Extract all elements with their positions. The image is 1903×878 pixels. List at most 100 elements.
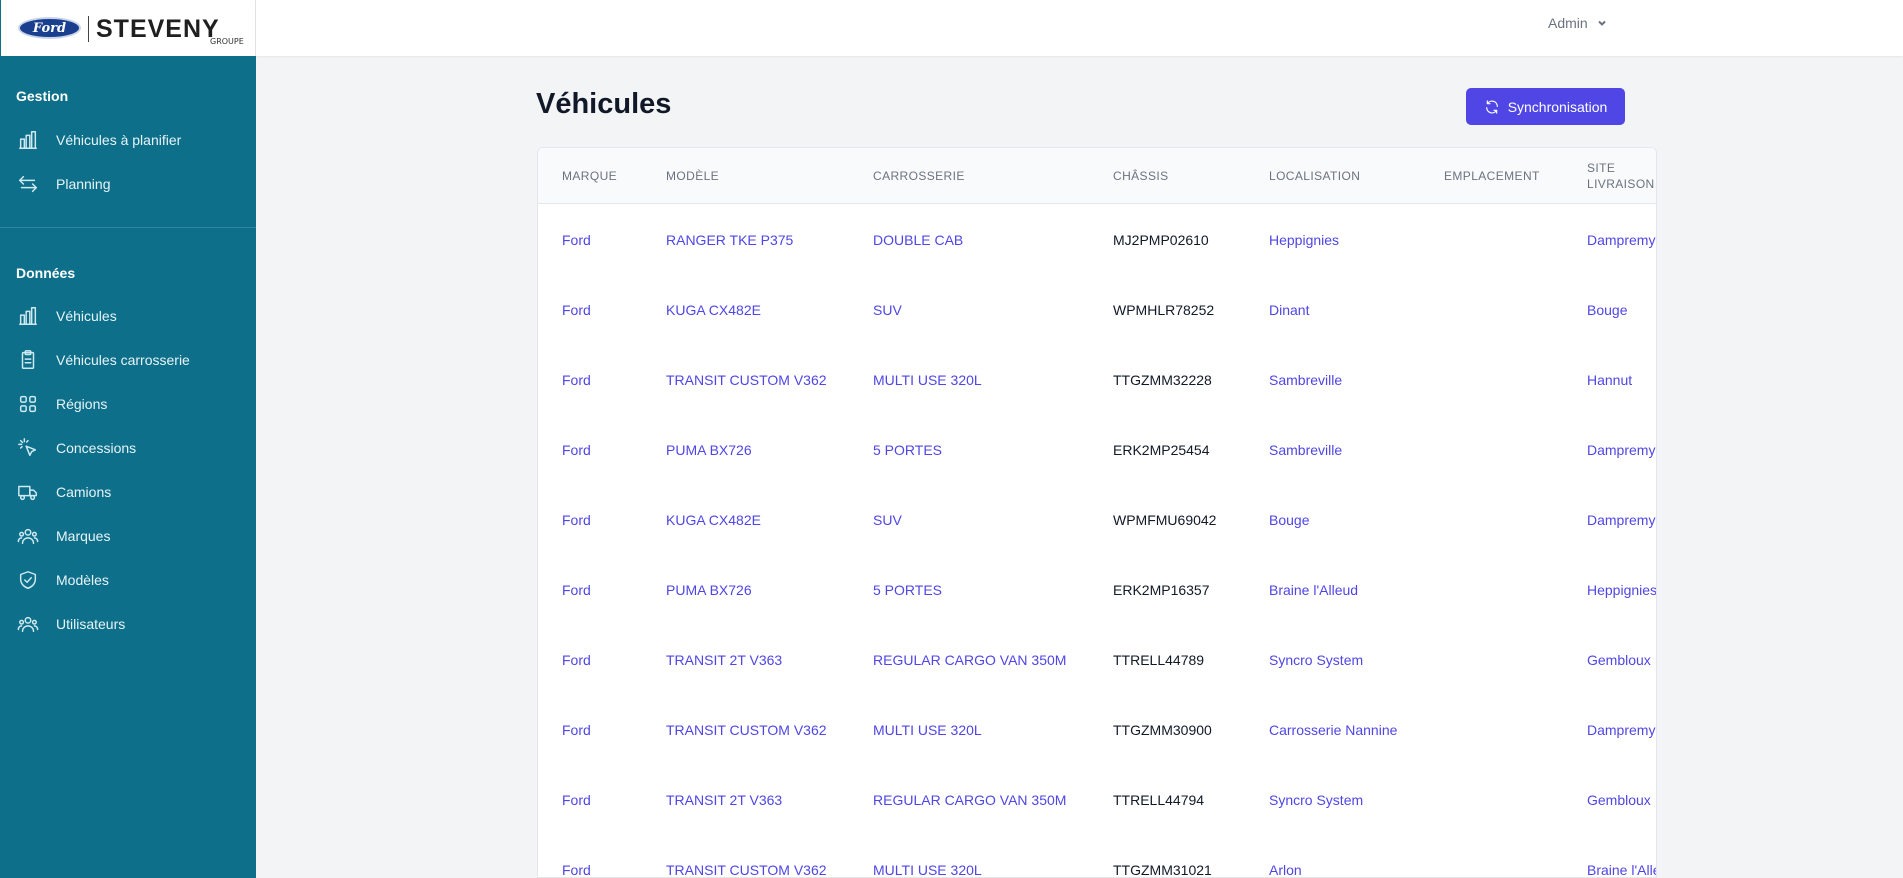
sidebar-item-label: Véhicules — [56, 308, 117, 324]
cell-marque[interactable]: Ford — [562, 275, 591, 345]
sidebar-item-marques[interactable]: Marques — [0, 516, 256, 556]
cell-carrosserie[interactable]: MULTI USE 320L — [873, 695, 982, 765]
table-row: Ford PUMA BX726 5 PORTES ERK2MP25454 Sambrev… — [538, 415, 1656, 485]
cell-modele[interactable]: KUGA CX482E — [666, 485, 761, 555]
cell-carrosserie[interactable]: 5 PORTES — [873, 555, 942, 625]
cell-localisation[interactable]: Heppignies — [1269, 205, 1339, 275]
cell-marque[interactable]: Ford — [562, 765, 591, 835]
sidebar-item-label: Marques — [56, 528, 111, 544]
sidebar-item-label: Utilisateurs — [56, 616, 126, 632]
cell-marque[interactable]: Ford — [562, 835, 591, 877]
cell-carrosserie[interactable]: REGULAR CARGO VAN 350M — [873, 625, 1066, 695]
sidebar-item-label: Véhicules à planifier — [56, 132, 182, 148]
cell-site-livraison[interactable]: Gembloux — [1587, 765, 1651, 835]
sidebar-item-vehicules[interactable]: Véhicules — [0, 296, 256, 336]
cell-site-livraison[interactable]: Braine l'Alleud — [1587, 835, 1656, 877]
sidebar-item-label: Véhicules carrosserie — [56, 352, 190, 368]
table-row: Ford TRANSIT 2T V363 REGULAR CARGO VAN 350… — [538, 765, 1656, 835]
cell-modele[interactable]: TRANSIT CUSTOM V362 — [666, 345, 827, 415]
bar-chart-icon — [16, 128, 40, 152]
sidebar-item-label: Modèles — [56, 572, 109, 588]
sidebar-item-utilisateurs[interactable]: Utilisateurs — [0, 604, 256, 644]
cell-carrosserie[interactable]: REGULAR CARGO VAN 350M — [873, 765, 1066, 835]
cell-modele[interactable]: PUMA BX726 — [666, 555, 752, 625]
column-header-carrosserie: Carrosserie — [873, 169, 965, 183]
sidebar-item-vehicules-carrosserie[interactable]: Véhicules carrosserie — [0, 340, 256, 380]
cell-localisation[interactable]: Syncro System — [1269, 765, 1363, 835]
column-header-modele: Modèle — [666, 169, 720, 183]
user-menu[interactable]: Admin — [1548, 15, 1608, 31]
cell-localisation[interactable]: Dinant — [1269, 275, 1309, 345]
cell-marque[interactable]: Ford — [562, 485, 591, 555]
cell-localisation[interactable]: Carrosserie Nannine — [1269, 695, 1397, 765]
cell-modele[interactable]: TRANSIT 2T V363 — [666, 625, 782, 695]
cell-localisation[interactable]: Sambreville — [1269, 345, 1342, 415]
cell-site-livraison[interactable]: Bouge — [1587, 275, 1627, 345]
sidebar-item-label: Régions — [56, 396, 108, 412]
cell-localisation[interactable]: Syncro System — [1269, 625, 1363, 695]
cell-modele[interactable]: TRANSIT CUSTOM V362 — [666, 695, 827, 765]
cell-modele[interactable]: KUGA CX482E — [666, 275, 761, 345]
cell-site-livraison[interactable]: Dampremy — [1587, 485, 1655, 555]
column-header-site-livraison: Site livraison — [1587, 161, 1655, 191]
cell-site-livraison[interactable]: Dampremy — [1587, 415, 1655, 485]
cell-site-livraison[interactable]: Dampremy — [1587, 695, 1655, 765]
cell-site-livraison[interactable]: Dampremy — [1587, 205, 1655, 275]
cell-site-livraison[interactable]: Hannut — [1587, 345, 1632, 415]
cell-site-livraison[interactable]: Heppignies — [1587, 555, 1656, 625]
users-icon — [16, 612, 40, 636]
shield-check-icon — [16, 568, 40, 592]
table-row: Ford TRANSIT CUSTOM V362 MULTI USE 320L TTG… — [538, 695, 1656, 765]
table-row: Ford TRANSIT CUSTOM V362 MULTI USE 320L TTG… — [538, 835, 1656, 878]
sidebar-item-planning[interactable]: Planning — [0, 164, 256, 204]
cell-modele[interactable]: TRANSIT 2T V363 — [666, 765, 782, 835]
page-title: Véhicules — [536, 88, 672, 120]
cell-carrosserie[interactable]: 5 PORTES — [873, 415, 942, 485]
cell-carrosserie[interactable]: MULTI USE 320L — [873, 835, 982, 877]
cell-marque[interactable]: Ford — [562, 415, 591, 485]
cell-localisation[interactable]: Braine l'Alleud — [1269, 555, 1358, 625]
vehicles-table: Marque Modèle Carrosserie Châssis Locali… — [537, 147, 1657, 878]
arrows-swap-icon — [16, 172, 40, 196]
brand-logo[interactable]: Ford STEVENY GROUPE — [0, 0, 256, 56]
cell-site-livraison[interactable]: Gembloux — [1587, 625, 1651, 695]
column-header-emplacement: Emplacement — [1444, 169, 1540, 183]
clipboard-icon — [16, 348, 40, 372]
table-row: Ford RANGER TKE P375 DOUBLE CAB MJ2PMP02610… — [538, 205, 1656, 275]
cell-marque[interactable]: Ford — [562, 625, 591, 695]
cell-marque[interactable]: Ford — [562, 695, 591, 765]
sidebar-item-modeles[interactable]: Modèles — [0, 560, 256, 600]
column-header-chassis: Châssis — [1113, 169, 1169, 183]
cell-modele[interactable]: TRANSIT CUSTOM V362 — [666, 835, 827, 877]
sidebar-item-regions[interactable]: Régions — [0, 384, 256, 424]
cell-marque[interactable]: Ford — [562, 555, 591, 625]
table-row: Ford KUGA CX482E SUV WPMFMU69042 Bouge Dampre… — [538, 485, 1656, 555]
cell-marque[interactable]: Ford — [562, 345, 591, 415]
cell-localisation[interactable]: Bouge — [1269, 485, 1309, 555]
cell-localisation[interactable]: Sambreville — [1269, 415, 1342, 485]
section-title-donnees: Données — [16, 265, 76, 281]
sidebar-item-camions[interactable]: Camions — [0, 472, 256, 512]
cell-chassis: WPMFMU69042 — [1113, 512, 1217, 528]
sidebar-item-label: Camions — [56, 484, 112, 500]
top-bar — [256, 0, 1903, 56]
sidebar-item-vehicules-a-planifier[interactable]: Véhicules à planifier — [0, 120, 256, 160]
chevron-down-icon — [1597, 20, 1606, 26]
cell-marque[interactable]: Ford — [562, 205, 591, 275]
cell-modele[interactable]: PUMA BX726 — [666, 415, 752, 485]
cell-modele[interactable]: RANGER TKE P375 — [666, 205, 793, 275]
section-title-gestion: Gestion — [16, 88, 69, 104]
cell-carrosserie[interactable]: SUV — [873, 275, 902, 345]
cell-carrosserie[interactable]: SUV — [873, 485, 902, 555]
truck-icon — [16, 480, 40, 504]
column-header-localisation: Localisation — [1269, 169, 1361, 183]
logo-divider — [88, 16, 89, 42]
cell-localisation[interactable]: Arlon — [1269, 835, 1302, 877]
sidebar-item-label: Planning — [56, 176, 111, 192]
brand-name: STEVENY — [96, 15, 220, 43]
cell-carrosserie[interactable]: DOUBLE CAB — [873, 205, 963, 275]
cell-carrosserie[interactable]: MULTI USE 320L — [873, 345, 982, 415]
cell-chassis: TTGZMM31021 — [1113, 862, 1212, 878]
sidebar-item-concessions[interactable]: Concessions — [0, 428, 256, 468]
sync-button[interactable]: Synchronisation — [1466, 88, 1625, 125]
